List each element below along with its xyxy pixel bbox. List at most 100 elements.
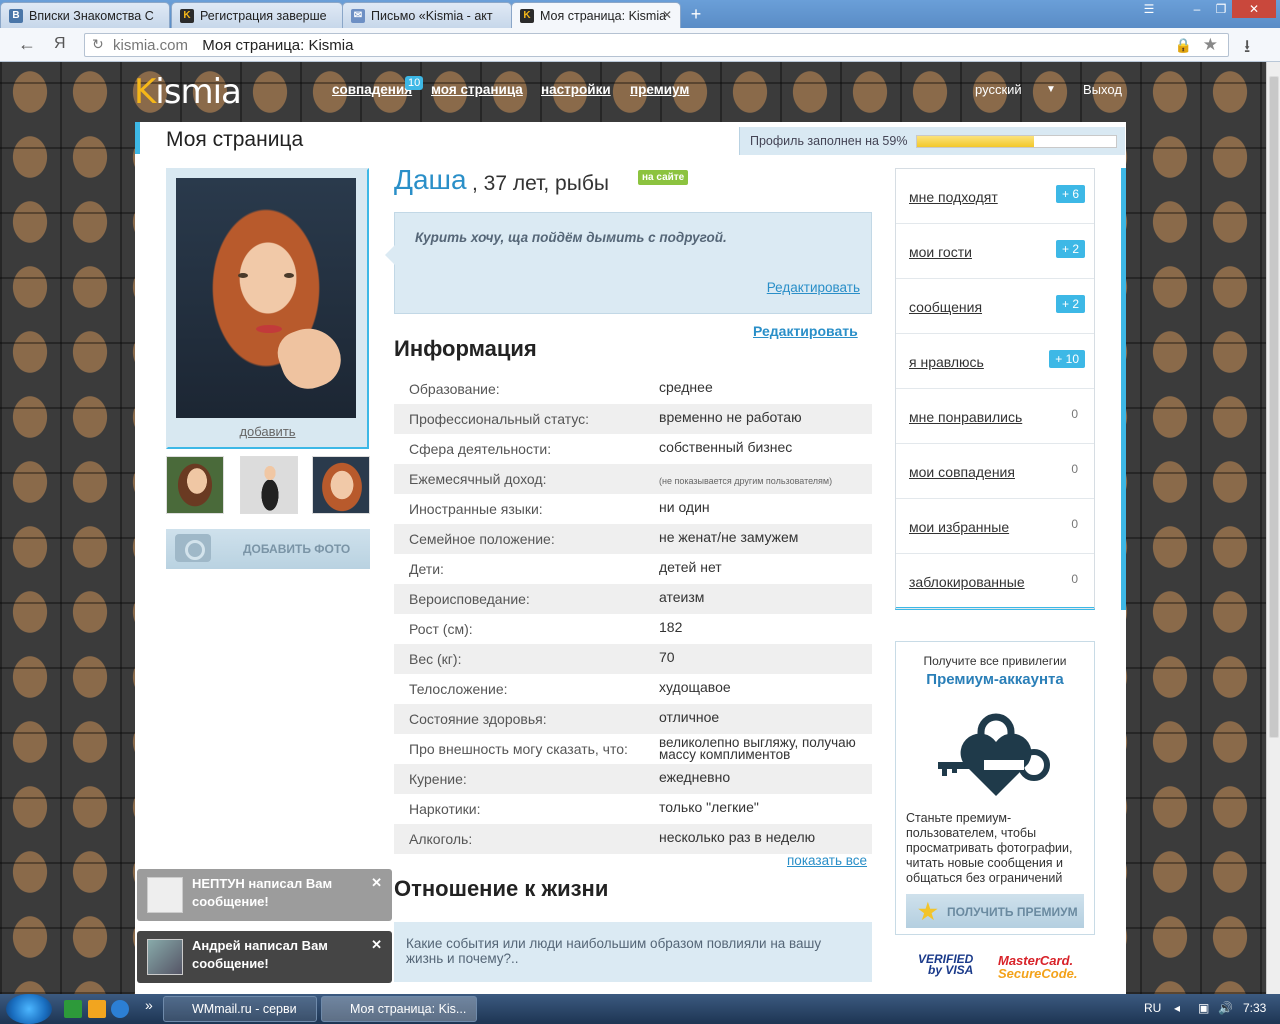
life-heading: Отношение к жизни	[394, 876, 609, 901]
info-key: Ежемесячный доход:	[409, 471, 547, 487]
sidebar-item[interactable]: мои гости + 2	[896, 224, 1094, 279]
sidebar-item[interactable]: я нравлюсь + 10	[896, 334, 1094, 389]
photo-thumbnail[interactable]	[240, 456, 298, 514]
get-premium-button[interactable]: ★ ПОЛУЧИТЬ ПРЕМИУМ	[906, 894, 1084, 928]
sidebar-item-label[interactable]: мои гости	[909, 244, 972, 260]
menu-icon[interactable]: ☰	[1136, 0, 1162, 18]
browser-tab[interactable]: ✉ Письмо «Kismia - акт	[342, 2, 512, 28]
new-tab-button[interactable]: +	[684, 4, 708, 24]
start-button[interactable]	[6, 994, 52, 1024]
info-row: Дети: детей нет	[394, 554, 872, 584]
mastercard-securecode-logo: MasterCard. SecureCode.	[998, 953, 1078, 981]
new-count-badge: + 2	[1055, 295, 1085, 313]
sidebar-item-label[interactable]: мои избранные	[909, 519, 1009, 535]
sidebar-item[interactable]: сообщения + 2	[896, 279, 1094, 334]
app-icon[interactable]	[64, 1000, 82, 1018]
sidebar-item[interactable]: мои избранные 0	[896, 499, 1094, 554]
info-row: Образование: среднее	[394, 374, 872, 404]
premium-line1: Получите все привилегии	[923, 654, 1067, 668]
restore-icon[interactable]: ❐	[1208, 0, 1234, 18]
count-value: 0	[1071, 517, 1078, 531]
close-tab-icon[interactable]: ✕	[662, 8, 672, 22]
clock[interactable]: 7:33	[1243, 1001, 1266, 1015]
sidebar-item-label[interactable]: мне понравились	[909, 409, 1022, 425]
info-row: Наркотики: только "легкие"	[394, 794, 872, 824]
info-row: Рост (см): 182	[394, 614, 872, 644]
add-photo-button[interactable]: ДОБАВИТЬ ФОТО	[166, 529, 370, 569]
logout-link[interactable]: Выход	[1083, 82, 1122, 97]
nav-settings[interactable]: настройки	[541, 82, 611, 97]
language-indicator[interactable]: RU	[1144, 1001, 1161, 1015]
browser-tab[interactable]: В Вписки Знакомства С	[0, 2, 170, 28]
sidebar-item[interactable]: мои совпадения 0	[896, 444, 1094, 499]
ie-icon[interactable]	[111, 1000, 129, 1018]
sidebar-item-label[interactable]: мне подходят	[909, 189, 998, 205]
notification-text: НЕПТУН написал Вам сообщение!	[192, 876, 333, 909]
info-value: несколько раз в неделю	[659, 829, 816, 845]
browser-tab-active[interactable]: K Моя страница: Kismia ✕	[511, 2, 681, 29]
bookmark-star-icon[interactable]: ★	[1203, 35, 1218, 55]
photo-thumbnail[interactable]	[312, 456, 370, 514]
address-input[interactable]: ↻ kismia.com Моя страница: Kismia 🔒 ★	[84, 33, 1229, 57]
chevron-icon[interactable]: »	[145, 997, 153, 1013]
nav-my-page[interactable]: моя страница	[431, 82, 523, 97]
profile-photo[interactable]	[176, 178, 356, 418]
kismia-favicon-icon: K	[520, 9, 534, 23]
media-icon[interactable]	[88, 1000, 106, 1018]
sidebar-item[interactable]: заблокированные 0	[896, 554, 1094, 609]
url-domain: kismia.com	[113, 37, 189, 54]
profile-name[interactable]: Даша	[394, 164, 467, 196]
activity-sidebar: мне подходят + 6 мои гости + 2 сообщения + 2 я…	[895, 168, 1095, 610]
dropdown-arrow-icon[interactable]: ▼	[1046, 84, 1056, 95]
nav-premium[interactable]: премиум	[630, 82, 689, 97]
windows-taskbar: » WMmail.ru - серви Моя страница: Kis...…	[0, 994, 1280, 1024]
taskbar-task-active[interactable]: Моя страница: Kis...	[321, 996, 477, 1022]
close-window-icon[interactable]: ✕	[1232, 0, 1276, 18]
close-icon[interactable]: ✕	[371, 874, 382, 892]
info-value: ни один	[659, 499, 710, 515]
edit-status-link[interactable]: Редактировать	[767, 280, 860, 295]
sidebar-item-label[interactable]: я нравлюсь	[909, 354, 984, 370]
network-icon[interactable]: ▣	[1198, 1001, 1209, 1015]
download-icon[interactable]: ⭳	[1244, 34, 1250, 64]
info-row: Про внешность могу сказать, что: великоле…	[394, 734, 872, 764]
nav-matches[interactable]: совпадения	[332, 82, 412, 97]
minimize-icon[interactable]: ‒	[1184, 0, 1210, 18]
volume-icon[interactable]: 🔊	[1218, 1001, 1233, 1015]
info-value: атеизм	[659, 589, 705, 605]
sidebar-item[interactable]: мне понравились 0	[896, 389, 1094, 444]
sidebar-item[interactable]: мне подходят + 6	[896, 169, 1094, 224]
new-count-badge: + 2	[1055, 240, 1085, 258]
scrollbar-thumb[interactable]	[1269, 76, 1279, 738]
info-value: временно не работаю	[659, 409, 802, 425]
new-count-badge: + 10	[1049, 350, 1085, 368]
notification-toast[interactable]: Андрей написал Вам сообщение! ✕	[137, 931, 392, 983]
sidebar-item-label[interactable]: заблокированные	[909, 574, 1025, 590]
status-text: Курить хочу, ща пойдём дымить с подругой…	[415, 230, 727, 245]
get-premium-label: ПОЛУЧИТЬ ПРЕМИУМ	[947, 905, 1078, 919]
taskbar-task[interactable]: WMmail.ru - серви	[163, 996, 317, 1022]
edit-info-link[interactable]: Редактировать	[753, 323, 858, 339]
back-icon[interactable]: ←	[18, 34, 36, 55]
add-photo-link[interactable]: добавить	[168, 424, 367, 439]
tray-arrow-icon[interactable]: ◂	[1174, 1001, 1180, 1015]
browser-tab[interactable]: K Регистрация заверше	[171, 2, 343, 28]
language-select[interactable]: русский	[975, 82, 1022, 97]
sidebar-item-label[interactable]: сообщения	[909, 299, 982, 315]
info-row: Вероисповедание: атеизм	[394, 584, 872, 614]
premium-box: Получите все привилегии Премиум-аккаунта…	[895, 641, 1095, 935]
info-row: Вес (кг): 70	[394, 644, 872, 674]
reload-icon[interactable]: ↻	[92, 36, 104, 53]
scrollbar[interactable]	[1266, 62, 1280, 994]
mail-favicon-icon: ✉	[351, 9, 365, 23]
new-count-badge: + 6	[1055, 185, 1085, 203]
photo-thumbnail[interactable]	[166, 456, 224, 514]
kismia-logo[interactable]: Kismia	[134, 72, 242, 112]
sidebar-item-label[interactable]: мои совпадения	[909, 464, 1015, 480]
notification-toast[interactable]: НЕПТУН написал Вам сообщение! ✕	[137, 869, 392, 921]
info-value: только "легкие"	[659, 799, 759, 815]
close-icon[interactable]: ✕	[371, 936, 382, 954]
info-row: Семейное положение: не женат/не замужем	[394, 524, 872, 554]
yandex-icon[interactable]: Я	[54, 35, 66, 53]
show-all-link[interactable]: показать все	[787, 853, 867, 868]
